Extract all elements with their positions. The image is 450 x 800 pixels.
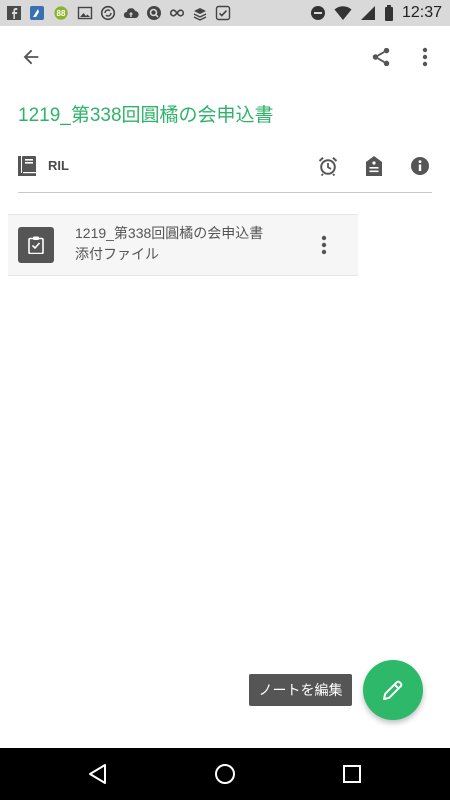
note-meta-actions	[316, 154, 432, 178]
badge-88-icon: 88	[52, 5, 70, 21]
note-meta-row: RIL	[18, 150, 432, 182]
pencil-icon	[383, 680, 403, 700]
alarm-icon	[318, 157, 338, 176]
sync-icon	[100, 5, 116, 21]
overflow-menu-button[interactable]	[413, 42, 437, 72]
check-icon	[215, 5, 231, 21]
infinity-icon	[169, 5, 185, 21]
arrow-left-icon	[23, 49, 39, 65]
app-icon	[29, 5, 45, 21]
back-triangle-icon[interactable]	[86, 762, 110, 786]
recents-square-icon[interactable]	[340, 762, 364, 786]
app-toolbar	[0, 26, 450, 86]
cloud-upload-icon	[123, 5, 139, 21]
notebook-name[interactable]: RIL	[48, 158, 69, 173]
do-not-disturb-icon	[310, 5, 326, 21]
share-icon	[372, 47, 390, 67]
share-button[interactable]	[366, 42, 396, 72]
back-button[interactable]	[14, 42, 48, 72]
tag-icon	[366, 156, 382, 176]
attachment-name: 1219_第338回圓橘の会申込書	[75, 225, 264, 241]
attachment-thumbnail	[18, 227, 54, 263]
attachment-subtitle: 添付ファイル	[75, 246, 159, 262]
image-icon	[77, 5, 93, 21]
more-vertical-icon	[321, 235, 327, 255]
divider	[18, 192, 432, 193]
wifi-icon	[334, 5, 352, 21]
tag-button[interactable]	[362, 154, 386, 178]
edit-note-tooltip: ノートを編集	[249, 674, 352, 706]
stack-icon	[192, 5, 208, 21]
status-bar: 88 12:37	[0, 0, 450, 26]
signal-icon	[360, 5, 376, 21]
svg-text:88: 88	[57, 9, 66, 18]
reminder-button[interactable]	[316, 154, 340, 178]
notification-icons: 88	[6, 4, 231, 22]
attachment-item[interactable]: 1219_第338回圓橘の会申込書 添付ファイル	[8, 214, 358, 276]
system-status-icons: 12:37	[310, 3, 442, 23]
attachment-menu-button[interactable]	[314, 231, 334, 259]
info-icon	[411, 157, 429, 175]
facebook-icon	[6, 5, 22, 21]
notebook-icon	[18, 156, 36, 176]
note-title[interactable]: 1219_第338回圓橘の会申込書	[18, 100, 274, 127]
system-nav-bar	[0, 748, 450, 800]
home-circle-icon[interactable]	[213, 762, 237, 786]
clock-time: 12:37	[401, 4, 442, 21]
more-vertical-icon	[422, 47, 428, 67]
edit-note-button[interactable]	[363, 660, 423, 720]
info-button[interactable]	[408, 154, 432, 178]
search-app-icon	[146, 5, 162, 21]
battery-icon	[384, 5, 394, 21]
clipboard-icon	[28, 236, 44, 254]
